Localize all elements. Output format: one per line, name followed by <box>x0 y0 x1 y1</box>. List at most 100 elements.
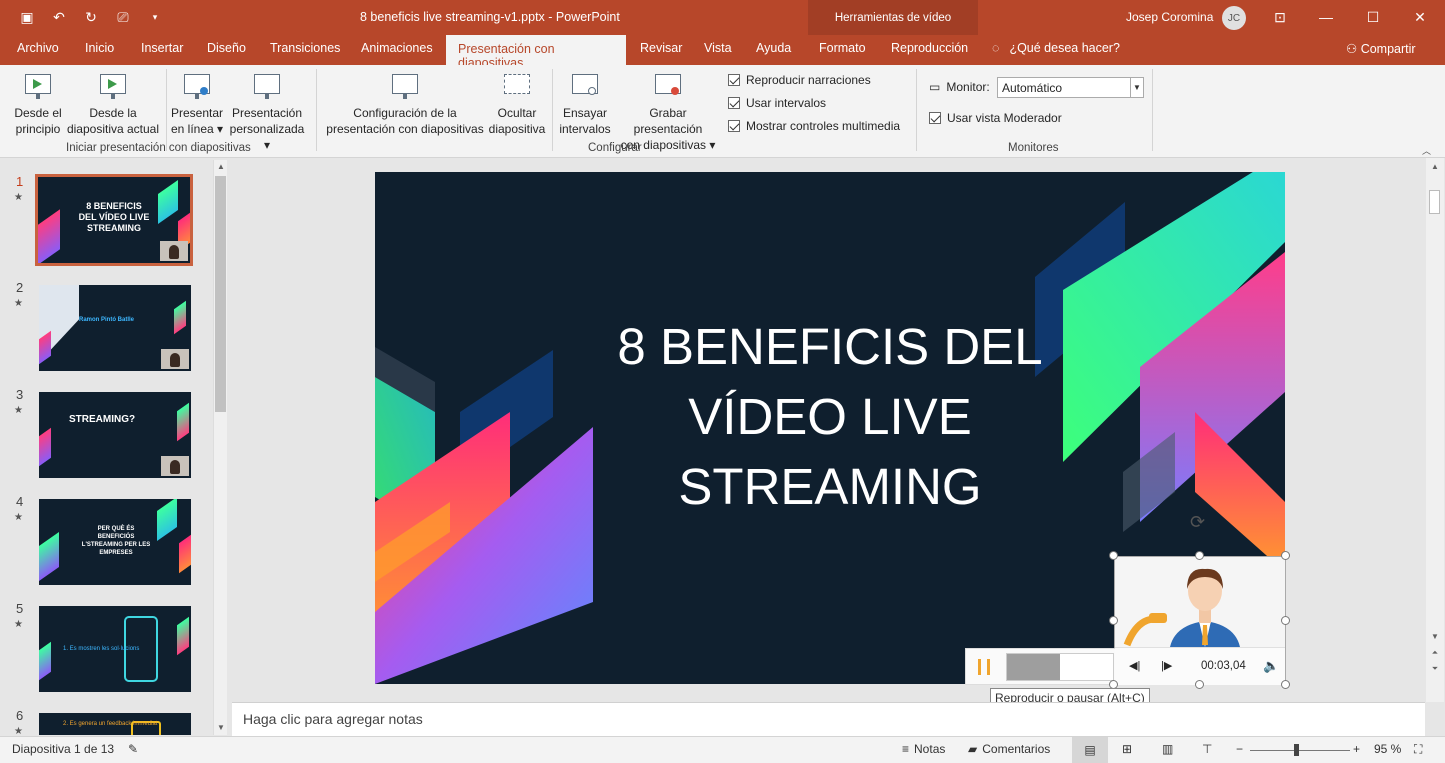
save-icon[interactable]: ▣ <box>18 8 36 26</box>
use-timings-checkbox[interactable]: Usar intervalos <box>728 96 826 110</box>
zoom-out-icon[interactable]: − <box>1236 742 1243 756</box>
progress-fill <box>1007 654 1060 680</box>
rehearse-timings-button[interactable]: Ensayar intervalos <box>556 71 614 137</box>
tab-presentacion[interactable]: Presentación con diapositivas <box>446 35 626 70</box>
ribbon-display-icon[interactable]: ⊡ <box>1268 6 1292 28</box>
undo-icon[interactable]: ↶ <box>50 8 68 26</box>
from-current-button[interactable]: Desde la diapositiva actual <box>64 71 162 137</box>
checkbox-checked <box>929 112 941 124</box>
skip-back-icon[interactable]: ◀| <box>1129 659 1140 672</box>
pause-icon[interactable] <box>978 659 990 675</box>
avatar[interactable]: JC <box>1222 6 1246 30</box>
play-slideshow-icon <box>23 71 53 101</box>
monitor-select[interactable]: Automático ▼ <box>997 77 1144 98</box>
resize-handle[interactable] <box>1109 551 1118 560</box>
video-progress-bar[interactable] <box>1006 653 1114 681</box>
zoom-level[interactable]: 95 % <box>1374 742 1401 756</box>
next-slide-icon[interactable]: ⏷ <box>1428 662 1442 676</box>
play-narrations-checkbox[interactable]: Reproducir narraciones <box>728 73 871 87</box>
zoom-slider-knob[interactable] <box>1294 744 1299 756</box>
tab-reproduccion[interactable]: Reproducción <box>887 41 972 55</box>
slideshow-view-icon[interactable]: ⊤ <box>1202 742 1212 756</box>
slide-thumbnail-3[interactable]: STREAMING? <box>39 392 191 478</box>
minimize-icon[interactable]: — <box>1314 6 1338 28</box>
slide-sorter-icon[interactable]: ⊞ <box>1122 742 1132 756</box>
customize-qat-icon[interactable]: ▾ <box>146 8 164 26</box>
hide-slide-button[interactable]: Ocultar diapositiva <box>487 71 547 137</box>
user-name[interactable]: Josep Coromina <box>1126 10 1213 24</box>
reading-view-icon[interactable]: ▥ <box>1162 742 1173 756</box>
tab-inicio[interactable]: Inicio <box>81 41 118 55</box>
comments-toggle[interactable]: ▰ Comentarios <box>968 742 1050 756</box>
resize-handle[interactable] <box>1281 616 1290 625</box>
spelling-icon[interactable]: ✎ <box>128 742 138 756</box>
close-icon[interactable]: ✕ <box>1408 6 1432 28</box>
resize-handle[interactable] <box>1195 551 1204 560</box>
scroll-up-icon[interactable]: ▲ <box>1428 160 1442 174</box>
share-label: Compartir <box>1360 42 1416 56</box>
share-button[interactable]: ⚇ Compartir <box>1346 41 1416 56</box>
animation-star-icon: ★ <box>14 298 23 309</box>
slide-thumbnail-6[interactable]: 2. Es genera un feedback immediat <box>39 713 191 735</box>
fit-to-window-icon[interactable]: ⛶ <box>1414 742 1422 757</box>
scroll-down-icon[interactable]: ▼ <box>1428 630 1442 644</box>
record-icon <box>653 71 683 101</box>
checkbox-checked <box>728 97 740 109</box>
tab-animaciones[interactable]: Animaciones <box>357 41 437 55</box>
scroll-thumb[interactable] <box>1429 190 1440 214</box>
tab-transiciones[interactable]: Transiciones <box>266 41 344 55</box>
animation-star-icon: ★ <box>14 512 23 523</box>
resize-handle[interactable] <box>1281 551 1290 560</box>
hide-slide-icon <box>502 71 532 101</box>
custom-show-button[interactable]: Presentación personalizada ▾ <box>226 71 308 153</box>
notes-toggle[interactable]: ≡ Notas <box>902 742 945 756</box>
zoom-in-icon[interactable]: + <box>1353 742 1360 756</box>
editor-scrollbar[interactable]: ▲ ▼ ⏶ ⏷ <box>1426 158 1444 702</box>
tell-me-label: ¿Qué desea hacer? <box>1009 41 1120 55</box>
scroll-up-icon[interactable]: ▲ <box>214 160 228 174</box>
thumbnail-scrollbar[interactable]: ▲ ▼ <box>213 160 227 735</box>
tab-vista[interactable]: Vista <box>700 41 736 55</box>
zoom-slider-track[interactable] <box>1250 750 1350 751</box>
from-start-button[interactable]: Desde el principio <box>12 71 64 137</box>
video-object[interactable]: ◀| |▶ 00:03,04 🔈 <box>1114 556 1286 685</box>
rotate-handle-icon[interactable]: ⟳ <box>1190 512 1205 533</box>
media-controls-checkbox[interactable]: Mostrar controles multimedia <box>728 119 900 133</box>
redo-icon[interactable]: ↻ <box>82 8 100 26</box>
slide-thumbnail-1[interactable]: 8 BENEFICIS DEL VÍDEO LIVE STREAMING <box>35 174 193 266</box>
tab-formato[interactable]: Formato <box>815 41 870 55</box>
slide-thumbnail-5[interactable]: 1. Es mostren les sol·lucions <box>39 606 191 692</box>
maximize-icon[interactable]: ☐ <box>1361 6 1385 28</box>
tab-diseno[interactable]: Diseño <box>203 41 250 55</box>
resize-handle[interactable] <box>1109 616 1118 625</box>
tab-archivo[interactable]: Archivo <box>13 41 63 55</box>
record-show-button[interactable]: Grabar presentación con diapositivas ▾ <box>614 71 722 153</box>
normal-view-icon[interactable]: ▤ <box>1072 737 1108 763</box>
group-label-setup: Configurar <box>588 142 642 154</box>
scroll-thumb[interactable] <box>215 176 226 412</box>
previous-slide-icon[interactable]: ⏶ <box>1428 646 1442 660</box>
present-online-button[interactable]: Presentar en línea ▾ <box>169 71 225 137</box>
tab-revisar[interactable]: Revisar <box>636 41 686 55</box>
tab-ayuda[interactable]: Ayuda <box>752 41 795 55</box>
resize-handle[interactable] <box>1195 680 1204 689</box>
slide-thumbnail-4[interactable]: PER QUÈ ÉS BENEFICIÓS L'STREAMING PER LE… <box>39 499 191 585</box>
skip-forward-icon[interactable]: |▶ <box>1161 659 1172 672</box>
dropdown-arrow-icon[interactable]: ▼ <box>1130 78 1143 97</box>
resize-handle[interactable] <box>1281 680 1290 689</box>
thumb-number: 4 <box>16 494 24 509</box>
volume-icon[interactable]: 🔈 <box>1263 658 1279 674</box>
tab-insertar[interactable]: Insertar <box>137 41 187 55</box>
slide-thumbnail-2[interactable]: Ramon Pintó Batlle <box>39 285 191 371</box>
notes-placeholder: Haga clic para agregar notas <box>243 711 423 727</box>
collapse-ribbon-icon[interactable]: ︿ <box>1422 144 1431 157</box>
from-start-icon[interactable]: ⎚ <box>114 8 132 26</box>
slide-title[interactable]: 8 BENEFICIS DEL VÍDEO LIVE STREAMING <box>575 312 1085 522</box>
notes-pane[interactable]: Haga clic para agregar notas <box>232 702 1425 736</box>
webcam-thumbnail <box>161 349 189 369</box>
setup-show-button[interactable]: Configuración de la presentación con diap… <box>325 71 485 137</box>
notes-icon: ≡ <box>902 742 910 756</box>
scroll-down-icon[interactable]: ▼ <box>214 721 228 735</box>
presenter-view-checkbox[interactable]: Usar vista Moderador <box>929 111 1062 125</box>
tell-me-box[interactable]: ◌ ¿Qué desea hacer? <box>992 41 1120 55</box>
